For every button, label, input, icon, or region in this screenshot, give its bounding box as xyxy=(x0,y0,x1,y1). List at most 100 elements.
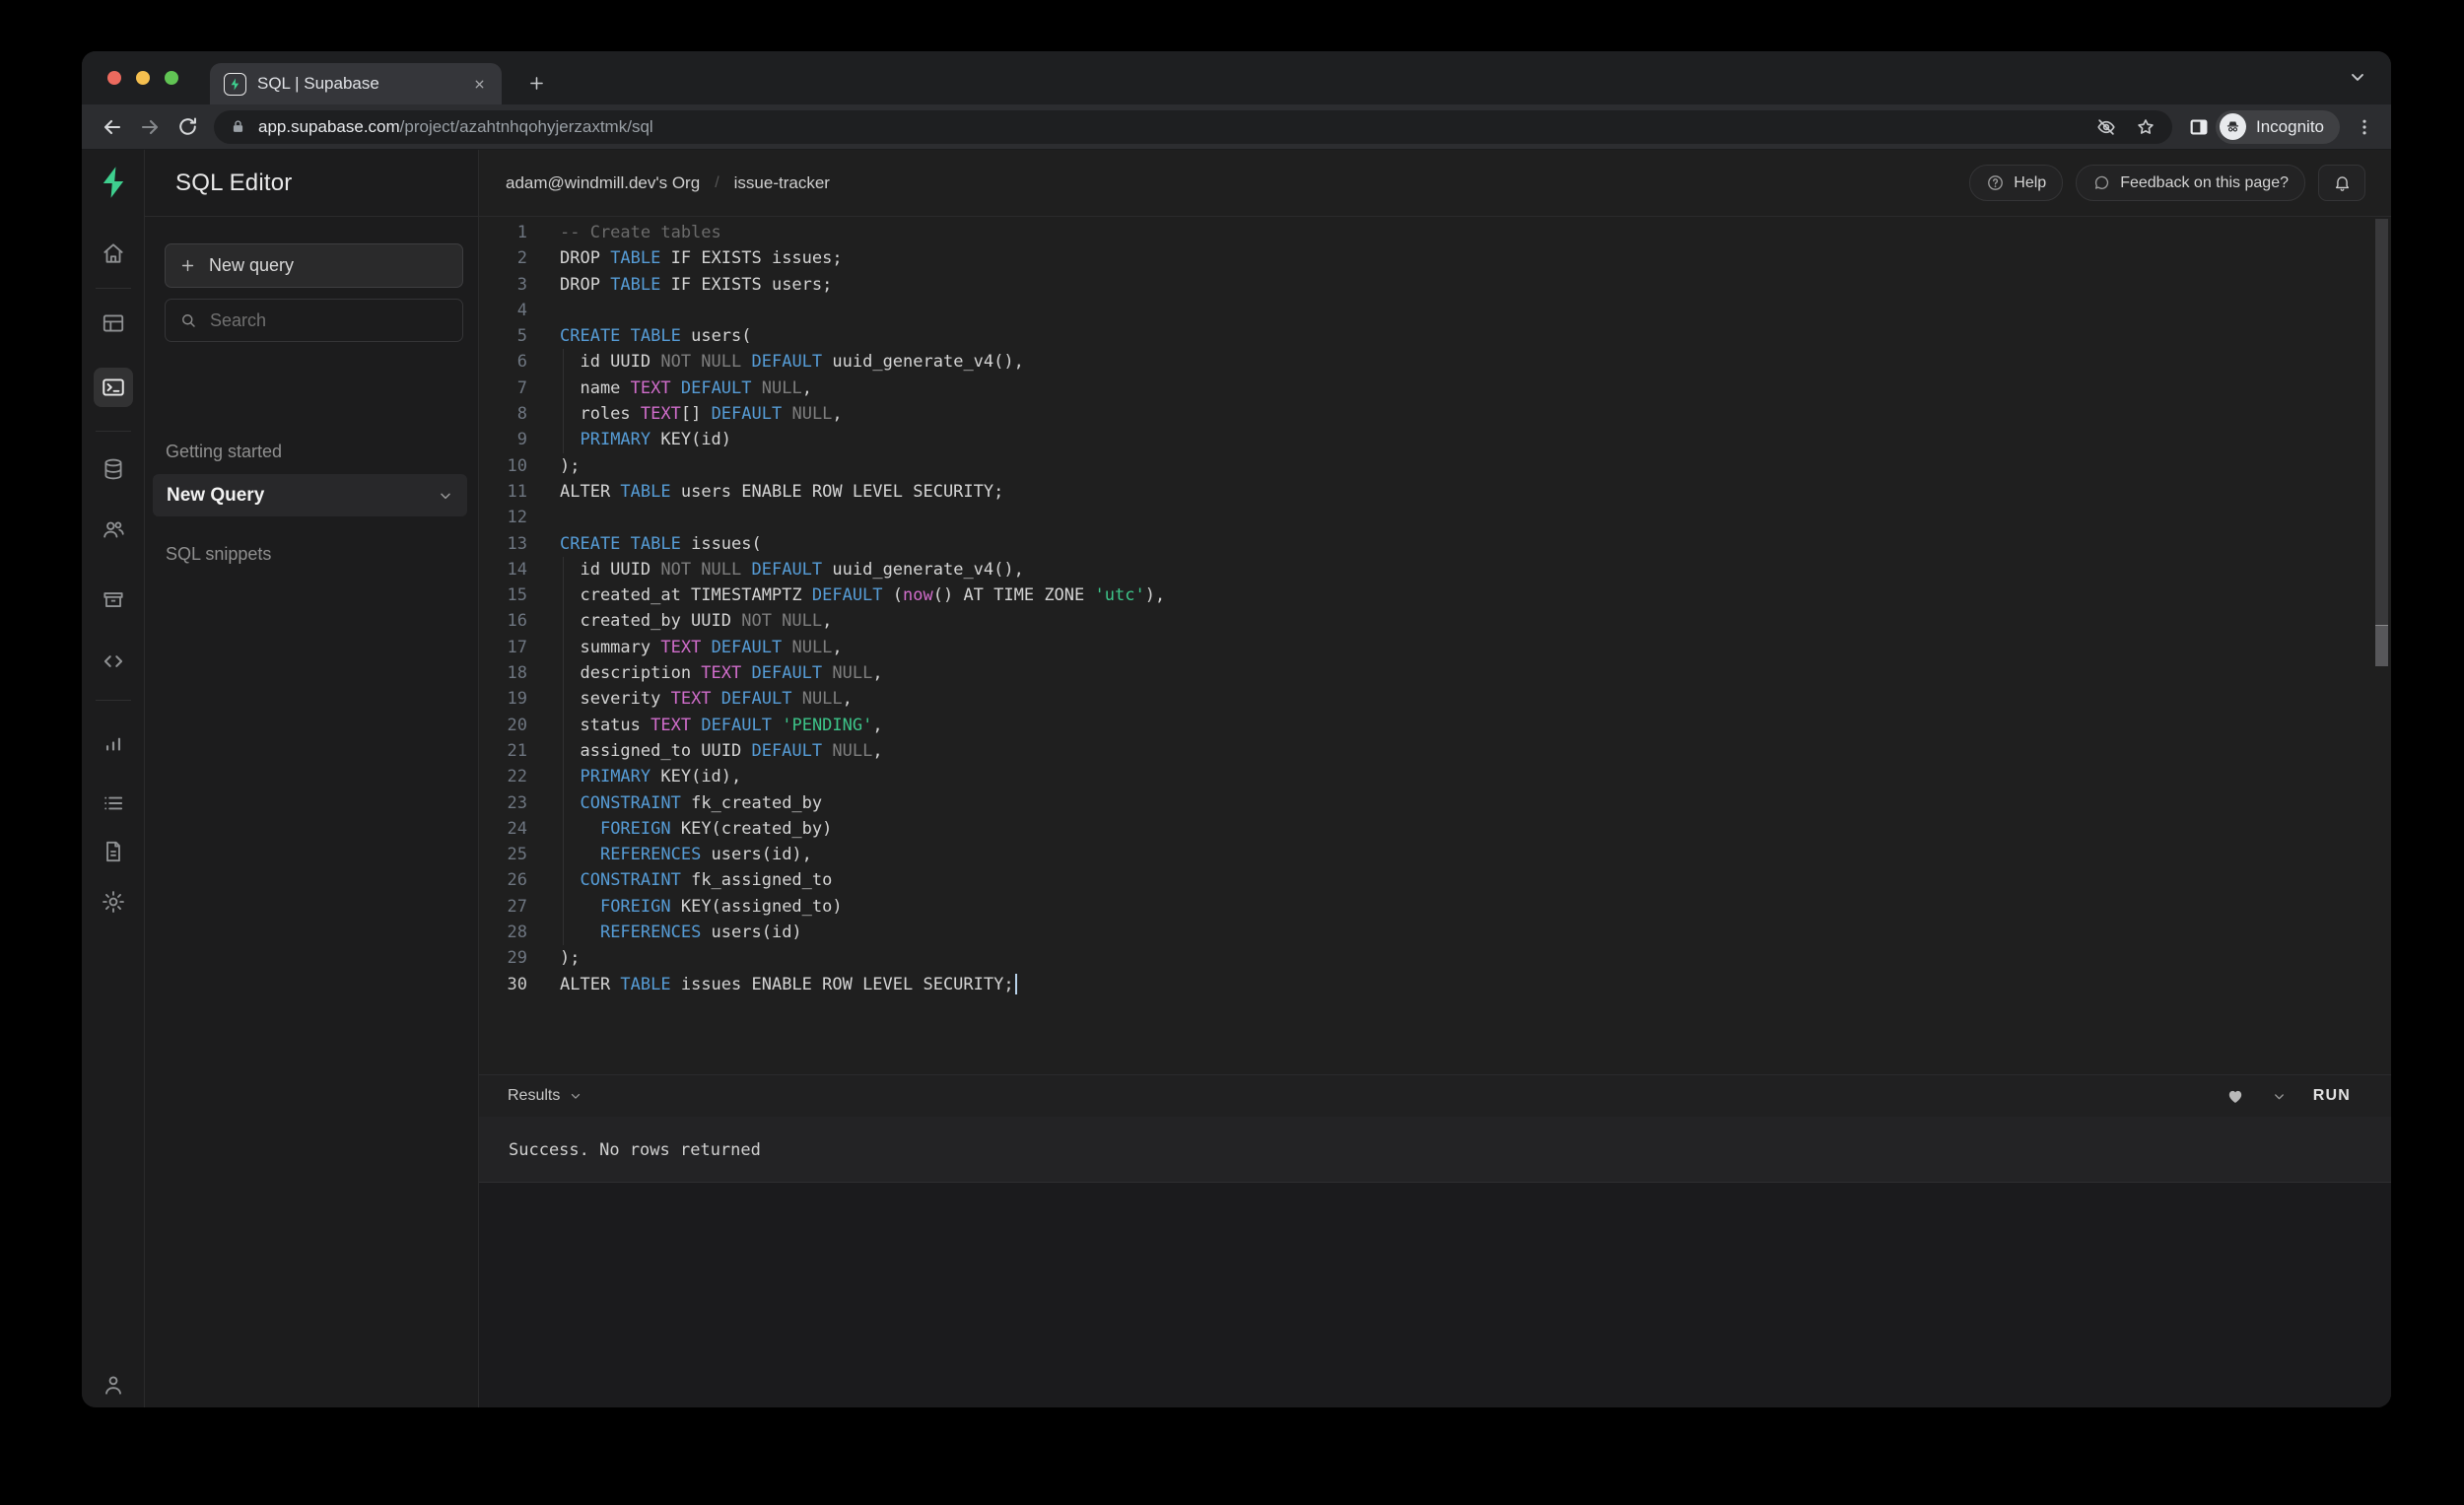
code-line[interactable]: 16 created_by UUID NOT NULL, xyxy=(479,608,2367,634)
incognito-badge[interactable]: Incognito xyxy=(2216,110,2340,144)
line-number: 17 xyxy=(479,635,527,660)
incognito-label: Incognito xyxy=(2256,117,2324,137)
code-line[interactable]: 24 FOREIGN KEY(created_by) xyxy=(479,816,2367,842)
rail-storage-icon[interactable] xyxy=(94,580,133,619)
rail-database-icon[interactable] xyxy=(94,449,133,489)
new-tab-button[interactable] xyxy=(521,68,551,98)
code-line[interactable]: 21 assigned_to UUID DEFAULT NULL, xyxy=(479,738,2367,764)
sql-snippets-label: SQL snippets xyxy=(166,544,271,565)
rail-table-editor-icon[interactable] xyxy=(94,304,133,343)
search-input[interactable]: Search xyxy=(165,299,463,342)
minimize-window-button[interactable] xyxy=(136,71,150,85)
indent-guide xyxy=(563,686,564,712)
rail-sql-editor-icon[interactable] xyxy=(94,368,133,407)
code-line[interactable]: 12 xyxy=(479,505,2367,530)
code-text: description TEXT DEFAULT NULL, xyxy=(560,660,883,686)
indent-guide xyxy=(563,660,564,686)
feedback-button[interactable]: Feedback on this page? xyxy=(2076,165,2305,201)
chevron-down-icon[interactable] xyxy=(438,488,453,504)
rail-edge-functions-icon[interactable] xyxy=(94,642,133,681)
reload-icon[interactable] xyxy=(169,108,206,146)
run-options-chevron-icon[interactable] xyxy=(2272,1089,2287,1104)
code-line[interactable]: 28 REFERENCES users(id) xyxy=(479,920,2367,945)
tab-title: SQL | Supabase xyxy=(257,74,468,94)
indent-guide xyxy=(563,816,564,842)
sidebar-item-new-query[interactable]: New Query xyxy=(153,474,467,516)
rail-docs-icon[interactable] xyxy=(94,832,133,871)
code-line[interactable]: 13CREATE TABLE issues( xyxy=(479,531,2367,557)
close-window-button[interactable] xyxy=(107,71,121,85)
results-dropdown[interactable]: Results xyxy=(508,1087,582,1105)
results-bar: Results RUN xyxy=(479,1074,2391,1117)
side-panel-icon[interactable] xyxy=(2188,116,2210,138)
bookmark-star-icon[interactable] xyxy=(2135,116,2156,138)
code-line[interactable]: 2DROP TABLE IF EXISTS issues; xyxy=(479,245,2367,271)
code-line[interactable]: 3DROP TABLE IF EXISTS users; xyxy=(479,272,2367,298)
help-button[interactable]: Help xyxy=(1969,165,2063,201)
sql-code-editor[interactable]: 1 -- Create tables2DROP TABLE IF EXISTS i… xyxy=(479,220,2367,997)
code-line[interactable]: 5CREATE TABLE users( xyxy=(479,323,2367,349)
code-line[interactable]: 6 id UUID NOT NULL DEFAULT uuid_generate… xyxy=(479,349,2367,375)
back-icon[interactable] xyxy=(94,108,131,146)
browser-menu-icon[interactable] xyxy=(2350,117,2379,137)
code-line[interactable]: 26 CONSTRAINT fk_assigned_to xyxy=(479,867,2367,893)
line-number: 11 xyxy=(479,479,527,505)
rail-account-icon[interactable] xyxy=(94,1365,133,1404)
tab-search-chevron-icon[interactable] xyxy=(2348,67,2367,87)
code-line[interactable]: 30ALTER TABLE issues ENABLE ROW LEVEL SE… xyxy=(479,972,2367,997)
line-number: 1 xyxy=(479,220,527,245)
code-line[interactable]: 15 created_at TIMESTAMPTZ DEFAULT (now()… xyxy=(479,582,2367,608)
code-text: PRIMARY KEY(id) xyxy=(560,427,731,452)
code-line[interactable]: 8 roles TEXT[] DEFAULT NULL, xyxy=(479,401,2367,427)
code-line[interactable]: 7 name TEXT DEFAULT NULL, xyxy=(479,376,2367,401)
code-text: CREATE TABLE issues( xyxy=(560,531,762,557)
code-line[interactable]: 25 REFERENCES users(id), xyxy=(479,842,2367,867)
notifications-bell-icon[interactable] xyxy=(2318,165,2365,201)
browser-toolbar: app.supabase.com/project/azahtnhqohyjerz… xyxy=(82,104,2391,150)
code-line[interactable]: 1 -- Create tables xyxy=(479,220,2367,245)
code-text: created_at TIMESTAMPTZ DEFAULT (now() AT… xyxy=(560,582,1165,608)
new-query-button[interactable]: New query xyxy=(165,243,463,288)
rail-reports-icon[interactable] xyxy=(94,723,133,763)
eye-off-icon[interactable] xyxy=(2095,116,2117,138)
favorite-heart-icon[interactable] xyxy=(2225,1086,2245,1106)
rail-auth-users-icon[interactable] xyxy=(94,510,133,549)
rail-home-icon[interactable] xyxy=(94,234,133,273)
line-number: 19 xyxy=(479,686,527,712)
code-line[interactable]: 23 CONSTRAINT fk_created_by xyxy=(479,790,2367,816)
rail-logs-icon[interactable] xyxy=(94,784,133,823)
line-number: 24 xyxy=(479,816,527,842)
tab-close-icon[interactable] xyxy=(468,73,490,95)
window-controls[interactable] xyxy=(107,71,178,85)
rail-settings-gear-icon[interactable] xyxy=(94,882,133,922)
code-line[interactable]: 19 severity TEXT DEFAULT NULL, xyxy=(479,686,2367,712)
code-line[interactable]: 11ALTER TABLE users ENABLE ROW LEVEL SEC… xyxy=(479,479,2367,505)
maximize-window-button[interactable] xyxy=(165,71,178,85)
supabase-logo-icon[interactable] xyxy=(99,166,128,199)
code-line[interactable]: 22 PRIMARY KEY(id), xyxy=(479,764,2367,789)
indent-guide xyxy=(563,401,564,427)
editor-scrollbar[interactable] xyxy=(2375,219,2388,974)
code-text: -- Create tables xyxy=(560,220,721,245)
code-line[interactable]: 29); xyxy=(479,945,2367,971)
code-line[interactable]: 10); xyxy=(479,453,2367,479)
run-button[interactable]: RUN xyxy=(2313,1087,2351,1105)
breadcrumb-project[interactable]: issue-tracker xyxy=(734,173,830,193)
code-line[interactable]: 18 description TEXT DEFAULT NULL, xyxy=(479,660,2367,686)
forward-icon[interactable] xyxy=(131,108,169,146)
code-line[interactable]: 14 id UUID NOT NULL DEFAULT uuid_generat… xyxy=(479,557,2367,582)
code-line[interactable]: 27 FOREIGN KEY(assigned_to) xyxy=(479,894,2367,920)
scrollbar-thumb[interactable] xyxy=(2375,219,2388,625)
line-number: 6 xyxy=(479,349,527,375)
indent-guide xyxy=(563,427,564,452)
browser-window: SQL | Supabase app.supabase.com/project/… xyxy=(82,51,2391,1407)
breadcrumb-org[interactable]: adam@windmill.dev's Org xyxy=(506,173,700,193)
code-line[interactable]: 17 summary TEXT DEFAULT NULL, xyxy=(479,635,2367,660)
code-line[interactable]: 4 xyxy=(479,298,2367,323)
code-line[interactable]: 20 status TEXT DEFAULT 'PENDING', xyxy=(479,713,2367,738)
browser-tab[interactable]: SQL | Supabase xyxy=(210,63,502,104)
code-text: ); xyxy=(560,945,580,971)
address-bar[interactable]: app.supabase.com/project/azahtnhqohyjerz… xyxy=(214,110,2172,144)
scrollbar-thumb-highlight[interactable] xyxy=(2375,625,2388,666)
code-line[interactable]: 9 PRIMARY KEY(id) xyxy=(479,427,2367,452)
